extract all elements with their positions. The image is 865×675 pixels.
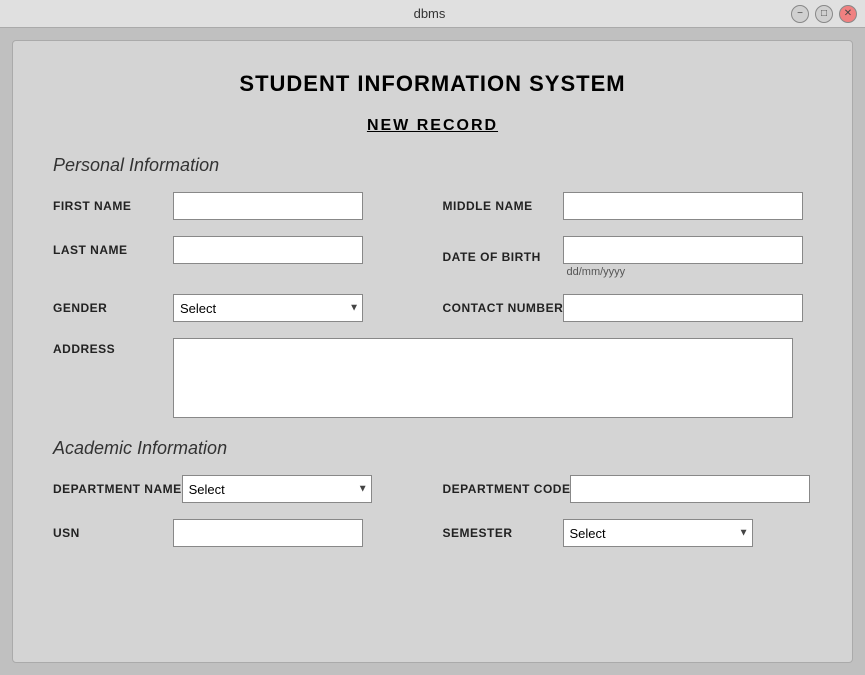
- usn-label: USN: [53, 526, 173, 540]
- dob-wrapper: dd/mm/yyyy: [563, 236, 803, 278]
- dob-label: DATE OF BIRTH: [443, 250, 563, 264]
- dept-name-select-wrapper: Select Computer Science Information Tech…: [182, 475, 372, 503]
- address-label: ADDRESS: [53, 338, 173, 356]
- address-row: ADDRESS: [53, 338, 812, 418]
- personal-info-heading: Personal Information: [53, 155, 812, 176]
- first-name-input[interactable]: [173, 192, 363, 220]
- first-name-field: FIRST NAME: [53, 192, 423, 220]
- maximize-icon: □: [821, 8, 827, 19]
- gender-select[interactable]: Select Male Female Other: [173, 294, 363, 322]
- app-title: STUDENT INFORMATION SYSTEM: [53, 71, 812, 97]
- dept-name-label: DEPARTMENT NAME: [53, 482, 182, 496]
- semester-label: SEMESTER: [443, 526, 563, 540]
- semester-field: SEMESTER Select 1 2 3 4 5 6 7 8 ▼: [443, 519, 813, 547]
- academic-info-heading: Academic Information: [53, 438, 812, 459]
- gender-select-wrapper: Select Male Female Other ▼: [173, 294, 363, 322]
- dob-helper: dd/mm/yyyy: [567, 266, 803, 278]
- first-name-label: FIRST NAME: [53, 199, 173, 213]
- name-row: FIRST NAME MIDDLE NAME: [53, 192, 812, 220]
- dept-code-field: DEPARTMENT CODE: [443, 475, 813, 503]
- personal-info-section: Personal Information FIRST NAME MIDDLE N…: [53, 155, 812, 418]
- dept-name-select[interactable]: Select Computer Science Information Tech…: [182, 475, 372, 503]
- middle-name-input[interactable]: [563, 192, 803, 220]
- last-name-input[interactable]: [173, 236, 363, 264]
- semester-select-wrapper: Select 1 2 3 4 5 6 7 8 ▼: [563, 519, 753, 547]
- record-title-container: NEW RECORD: [53, 117, 812, 135]
- gender-contact-row: GENDER Select Male Female Other ▼ CONTAC…: [53, 294, 812, 322]
- contact-label: CONTACT NUMBER: [443, 301, 564, 315]
- contact-field: CONTACT NUMBER: [443, 294, 813, 322]
- title-bar-text: dbms: [68, 6, 791, 21]
- middle-name-label: MIDDLE NAME: [443, 199, 563, 213]
- title-bar: dbms − □ ✕: [0, 0, 865, 28]
- dept-name-field: DEPARTMENT NAME Select Computer Science …: [53, 475, 423, 503]
- address-input[interactable]: [173, 338, 793, 418]
- minimize-icon: −: [797, 8, 803, 19]
- usn-semester-row: USN SEMESTER Select 1 2 3 4 5 6 7 8: [53, 519, 812, 547]
- academic-info-section: Academic Information DEPARTMENT NAME Sel…: [53, 438, 812, 547]
- dept-code-input[interactable]: [570, 475, 810, 503]
- gender-field: GENDER Select Male Female Other ▼: [53, 294, 423, 322]
- maximize-button[interactable]: □: [815, 5, 833, 23]
- last-name-label: LAST NAME: [53, 243, 173, 257]
- contact-input[interactable]: [563, 294, 803, 322]
- close-icon: ✕: [844, 8, 852, 19]
- record-title: NEW RECORD: [367, 117, 498, 134]
- dob-input[interactable]: [563, 236, 803, 264]
- dept-row: DEPARTMENT NAME Select Computer Science …: [53, 475, 812, 503]
- semester-select[interactable]: Select 1 2 3 4 5 6 7 8: [563, 519, 753, 547]
- usn-input[interactable]: [173, 519, 363, 547]
- window-controls: − □ ✕: [791, 5, 857, 23]
- usn-field: USN: [53, 519, 423, 547]
- middle-name-field: MIDDLE NAME: [443, 192, 813, 220]
- minimize-button[interactable]: −: [791, 5, 809, 23]
- main-window: STUDENT INFORMATION SYSTEM NEW RECORD Pe…: [12, 40, 853, 663]
- last-name-field: LAST NAME: [53, 236, 423, 264]
- dob-field: DATE OF BIRTH dd/mm/yyyy: [443, 236, 813, 278]
- close-button[interactable]: ✕: [839, 5, 857, 23]
- dept-code-label: DEPARTMENT CODE: [443, 482, 571, 496]
- gender-label: GENDER: [53, 301, 173, 315]
- lastname-dob-row: LAST NAME DATE OF BIRTH dd/mm/yyyy: [53, 236, 812, 278]
